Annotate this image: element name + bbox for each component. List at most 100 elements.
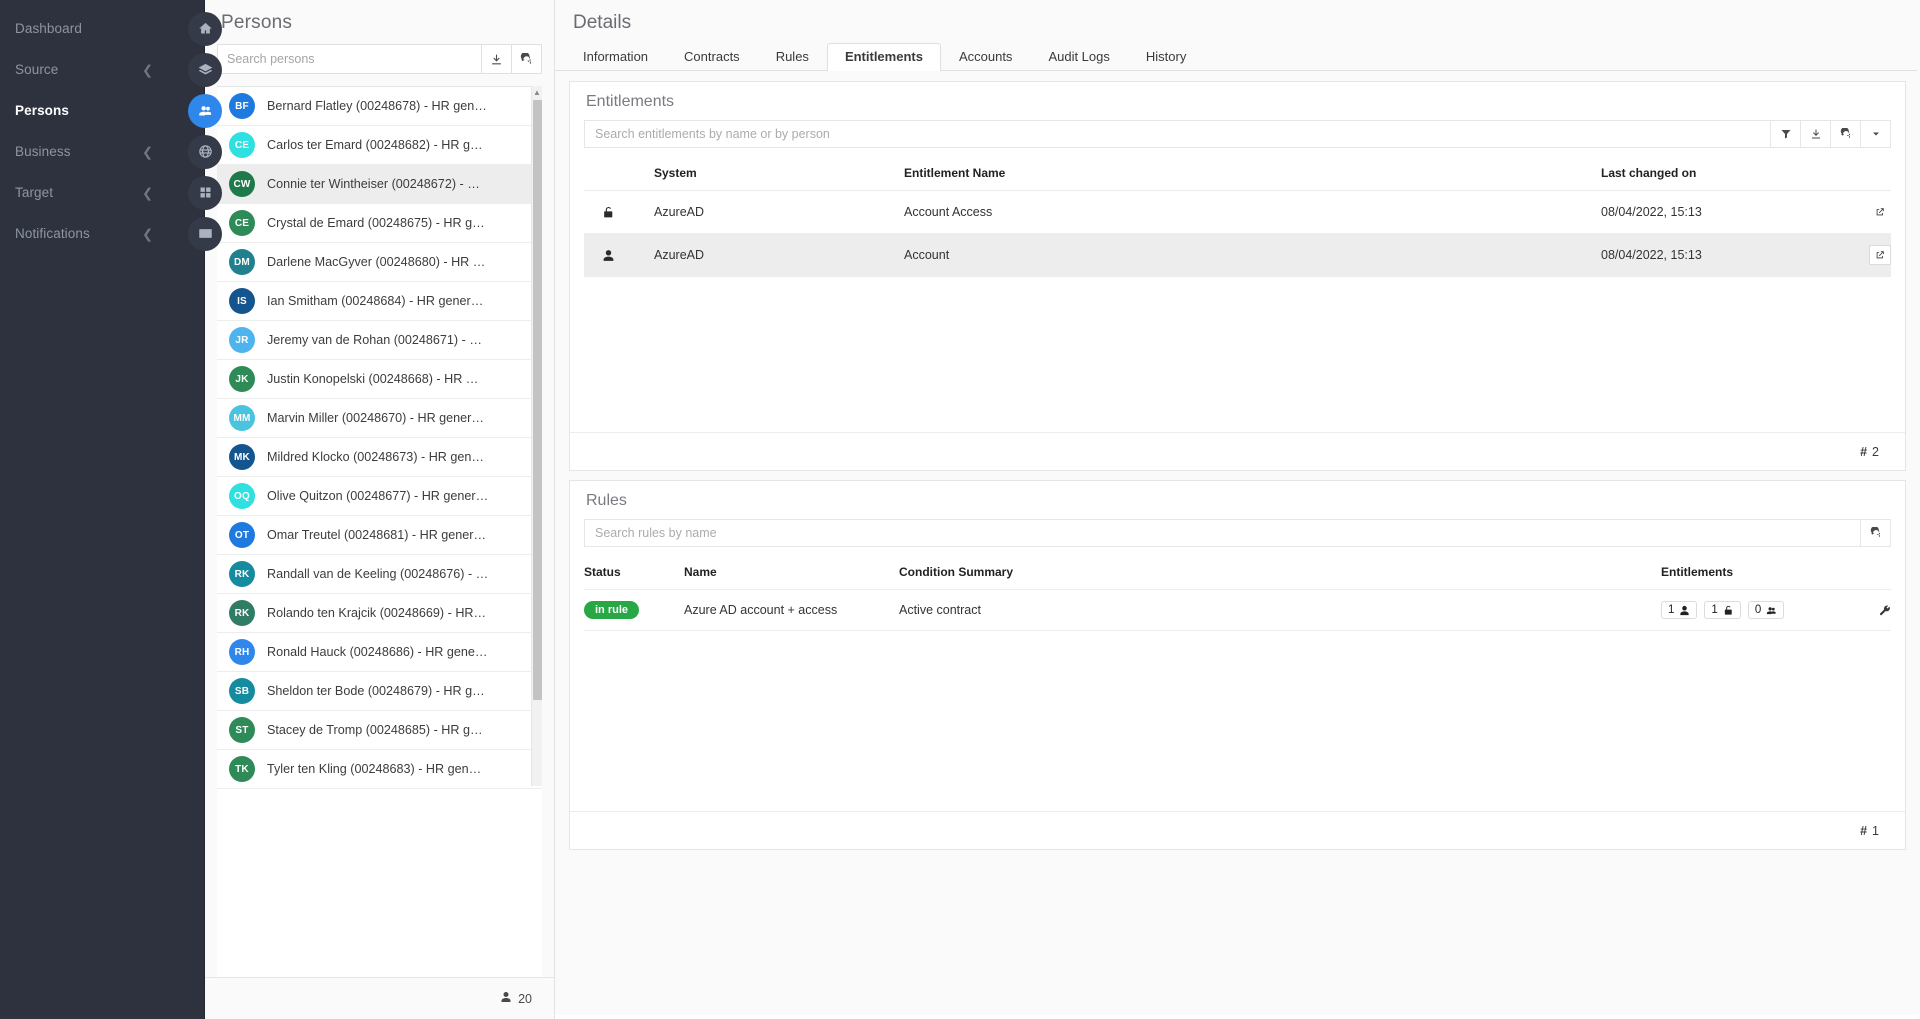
cell-entitlements: 1 1 0: [1661, 589, 1846, 631]
avatar: MK: [229, 444, 255, 470]
sidebar-item-source[interactable]: Source ❮: [0, 49, 222, 90]
row-type-icon-cell: [584, 190, 654, 234]
sidebar-item-dashboard[interactable]: Dashboard: [0, 8, 222, 49]
cell-actions: [1831, 190, 1891, 234]
cell-actions: [1831, 233, 1891, 277]
tab-rules[interactable]: Rules: [758, 43, 827, 71]
pill-count: 1: [1711, 604, 1718, 616]
open-external-button[interactable]: [1869, 245, 1891, 265]
tab-contracts[interactable]: Contracts: [666, 43, 758, 71]
open-external-icon: [1875, 250, 1885, 260]
open-external-icon: [1875, 207, 1885, 217]
bottom-strip: [555, 1015, 1920, 1019]
tab-accounts[interactable]: Accounts: [941, 43, 1030, 71]
col-actions: [1831, 148, 1891, 191]
persons-refresh-button[interactable]: [512, 44, 542, 74]
rules-refresh-button[interactable]: [1861, 519, 1891, 547]
list-item[interactable]: IS Ian Smitham (00248684) - HR gener…: [217, 282, 542, 321]
persons-list-scrollbar[interactable]: ▲: [531, 86, 542, 786]
avatar: DM: [229, 249, 255, 275]
chevron-left-icon[interactable]: ❮: [142, 227, 153, 240]
hash-icon: #: [1860, 444, 1868, 459]
col-condition-summary: Condition Summary: [899, 547, 1661, 590]
list-item-label: Stacey de Tromp (00248685) - HR g…: [267, 723, 483, 737]
tab-history[interactable]: History: [1128, 43, 1204, 71]
table-header-row: Status Name Condition Summary Entitlemen…: [584, 547, 1891, 590]
download-icon: [490, 53, 503, 66]
list-item[interactable]: CE Crystal de Emard (00248675) - HR g…: [217, 204, 542, 243]
configure-rule-button[interactable]: [1878, 604, 1891, 617]
list-item[interactable]: ST Stacey de Tromp (00248685) - HR g…: [217, 711, 542, 750]
sidebar-item-label: Notifications: [15, 226, 90, 241]
person-icon: [500, 991, 518, 1006]
avatar: CE: [229, 132, 255, 158]
cell-entitlement-name: Account Access: [904, 190, 1601, 234]
list-item[interactable]: MK Mildred Klocko (00248673) - HR gen…: [217, 438, 542, 477]
col-actions: [1846, 547, 1891, 590]
sidebar-item-label: Persons: [15, 103, 69, 118]
list-item[interactable]: JR Jeremy van de Rohan (00248671) - …: [217, 321, 542, 360]
cell-system: AzureAD: [654, 190, 904, 234]
entitlements-count: 2: [1872, 444, 1879, 459]
list-item[interactable]: BF Bernard Flatley (00248678) - HR gen…: [217, 87, 542, 126]
table-header-row: System Entitlement Name Last changed on: [584, 148, 1891, 191]
pill-accounts-count[interactable]: 1: [1661, 601, 1698, 619]
rules-footer: # 1: [570, 811, 1905, 849]
list-item-label: Ronald Hauck (00248686) - HR gene…: [267, 645, 488, 659]
list-item[interactable]: RH Ronald Hauck (00248686) - HR gene…: [217, 633, 542, 672]
entitlements-download-button[interactable]: [1801, 120, 1831, 148]
sidebar-item-persons[interactable]: Persons: [0, 90, 222, 131]
entitlements-table: System Entitlement Name Last changed on: [584, 148, 1891, 277]
list-item[interactable]: MM Marvin Miller (00248670) - HR gener…: [217, 399, 542, 438]
tab-audit-logs[interactable]: Audit Logs: [1030, 43, 1127, 71]
search-rules-input[interactable]: [584, 519, 1861, 547]
scrollbar-thumb[interactable]: [533, 100, 542, 700]
list-item[interactable]: RK Rolando ten Krajcik (00248669) - HR…: [217, 594, 542, 633]
list-item-selected[interactable]: CW Connie ter Wintheiser (00248672) - …: [217, 165, 542, 204]
persons-footer: 20: [205, 977, 554, 1019]
entitlements-expand-button[interactable]: [1861, 120, 1891, 148]
layers-icon: [188, 52, 222, 87]
table-row-selected[interactable]: AzureAD Account 08/04/2022, 15:13: [584, 233, 1891, 277]
search-persons-input[interactable]: [217, 44, 482, 74]
cell-name: Azure AD account + access: [684, 589, 899, 631]
chevron-left-icon[interactable]: ❮: [142, 145, 153, 158]
list-item[interactable]: OT Omar Treutel (00248681) - HR gener…: [217, 516, 542, 555]
scroll-up-icon[interactable]: ▲: [532, 86, 542, 99]
pill-groups-count[interactable]: 0: [1747, 601, 1785, 619]
cell-status: in rule: [584, 589, 684, 631]
entitlements-refresh-button[interactable]: [1831, 120, 1861, 148]
sidebar: Dashboard Source ❮ Persons Business ❮ Ta…: [0, 0, 222, 1019]
status-badge: in rule: [584, 601, 640, 619]
chevron-left-icon[interactable]: ❮: [142, 63, 153, 76]
table-row[interactable]: in rule Azure AD account + access Active…: [584, 589, 1891, 631]
search-entitlements-input[interactable]: [584, 120, 1771, 148]
list-item-label: Jeremy van de Rohan (00248671) - …: [267, 333, 482, 347]
sidebar-item-target[interactable]: Target ❮: [0, 172, 222, 213]
tab-entitlements[interactable]: Entitlements: [826, 43, 941, 71]
sidebar-item-notifications[interactable]: Notifications ❮: [0, 213, 222, 254]
pill-access-count[interactable]: 1: [1704, 601, 1741, 619]
list-item[interactable]: TK Tyler ten Kling (00248683) - HR gen…: [217, 750, 542, 789]
unlock-icon: [1723, 605, 1734, 616]
col-icon: [584, 148, 654, 191]
list-item[interactable]: JK Justin Konopelski (00248668) - HR …: [217, 360, 542, 399]
application-window: Dashboard Source ❮ Persons Business ❮ Ta…: [0, 0, 1920, 1019]
avatar: CE: [229, 210, 255, 236]
persons-list[interactable]: BF Bernard Flatley (00248678) - HR gen… …: [217, 86, 542, 977]
open-external-button[interactable]: [1869, 202, 1891, 222]
persons-download-button[interactable]: [482, 44, 512, 74]
unlock-icon: [584, 206, 654, 219]
entitlements-filter-button[interactable]: [1771, 120, 1801, 148]
sidebar-item-business[interactable]: Business ❮: [0, 131, 222, 172]
table-row[interactable]: AzureAD Account Access 08/04/2022, 15:13: [584, 190, 1891, 234]
list-item[interactable]: DM Darlene MacGyver (00248680) - HR …: [217, 243, 542, 282]
cell-entitlement-name: Account: [904, 233, 1601, 277]
list-item[interactable]: OQ Olive Quitzon (00248677) - HR gener…: [217, 477, 542, 516]
list-item[interactable]: CE Carlos ter Emard (00248682) - HR g…: [217, 126, 542, 165]
tab-information[interactable]: Information: [565, 43, 666, 71]
list-item[interactable]: SB Sheldon ter Bode (00248679) - HR g…: [217, 672, 542, 711]
list-item[interactable]: RK Randall van de Keeling (00248676) - …: [217, 555, 542, 594]
entitlements-table-wrap: System Entitlement Name Last changed on: [570, 148, 1905, 277]
chevron-left-icon[interactable]: ❮: [142, 186, 153, 199]
